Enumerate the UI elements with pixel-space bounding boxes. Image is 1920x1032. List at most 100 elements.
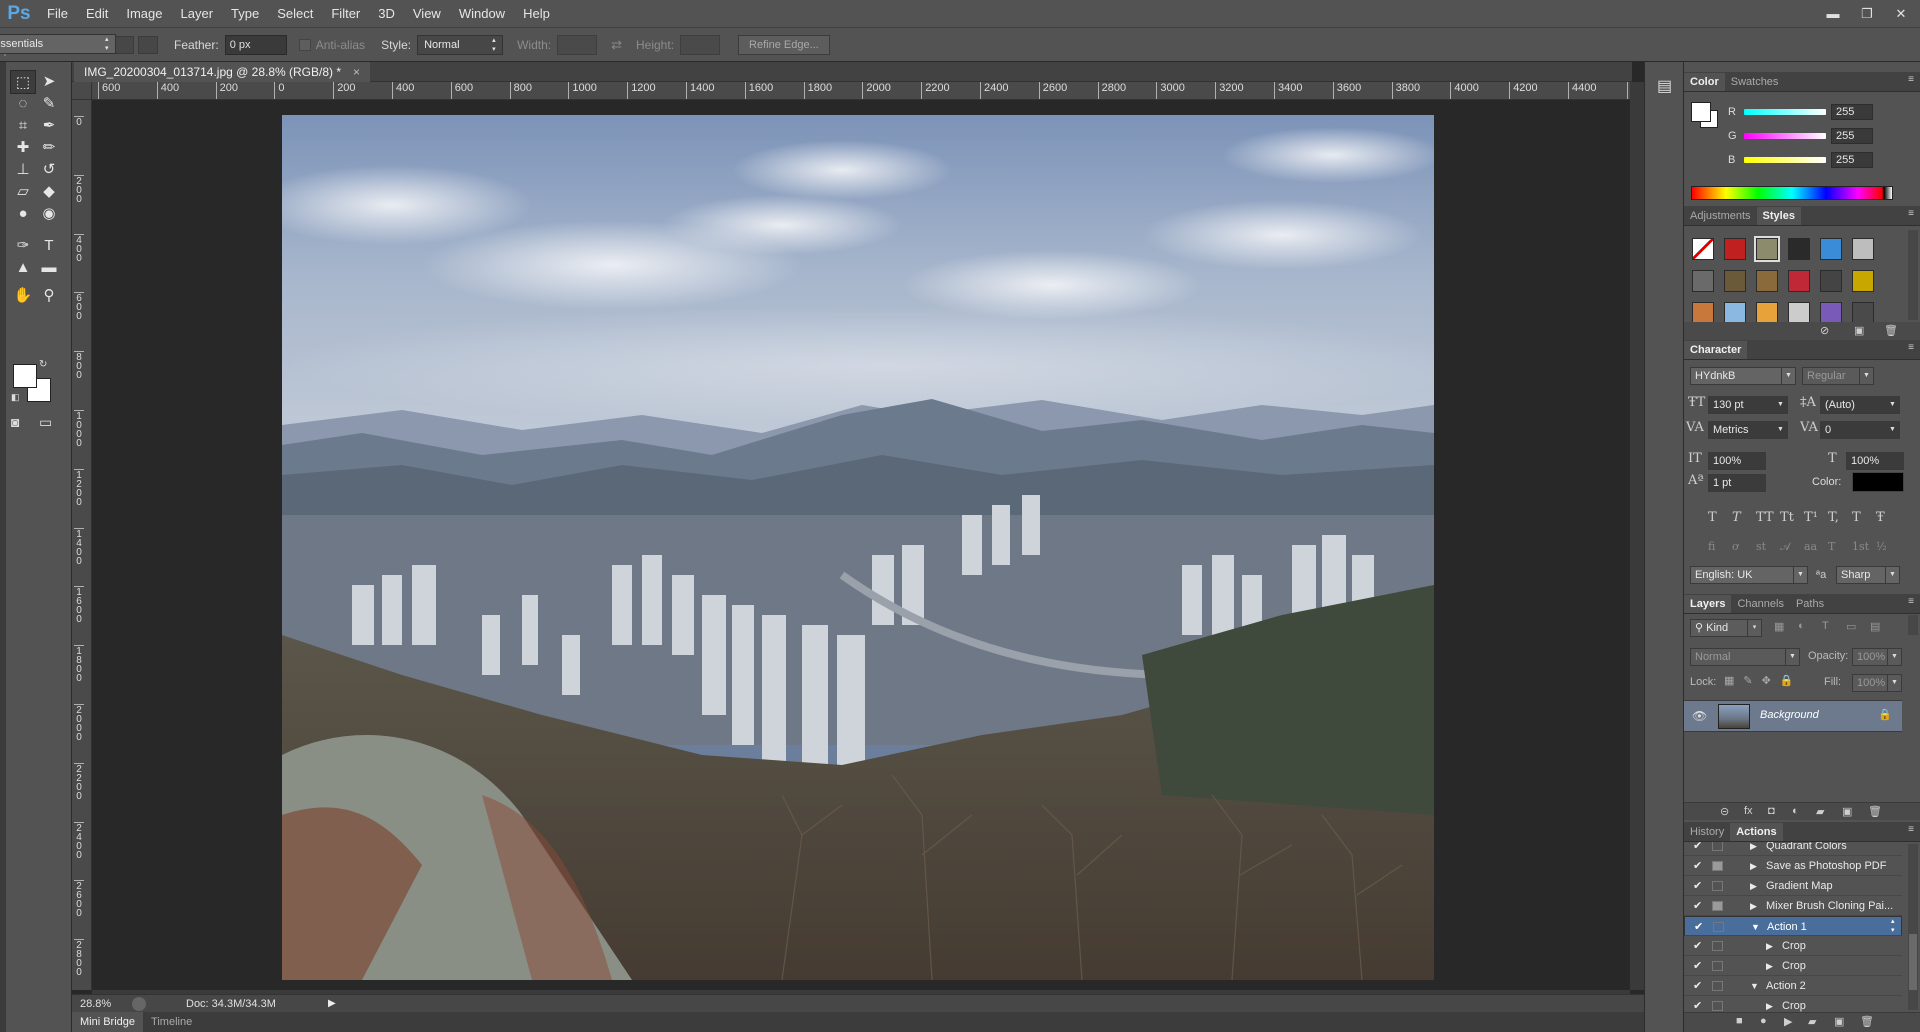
new-layer-icon[interactable]: ▣	[1842, 805, 1852, 818]
new-group-icon[interactable]: ▰	[1816, 805, 1824, 818]
new-style-icon[interactable]: ▣	[1854, 324, 1864, 337]
screen-mode-icon[interactable]: ▭	[39, 414, 52, 431]
type-style-button-icon[interactable]: T	[1732, 510, 1741, 525]
zoom-level[interactable]: 28.8%	[80, 998, 124, 1010]
blend-mode-select[interactable]: Normal ▼	[1690, 648, 1800, 666]
layer-filter-icon[interactable]: T	[1822, 620, 1829, 632]
style-swatch[interactable]	[1852, 302, 1874, 324]
checkmark-icon[interactable]: ✔	[1693, 896, 1702, 916]
g-slider[interactable]	[1744, 133, 1826, 139]
tracking-input[interactable]: 0 ▼	[1820, 421, 1900, 439]
feather-input[interactable]: 0 px	[224, 34, 287, 55]
visibility-eye-icon[interactable]: 👁	[1692, 709, 1707, 723]
image-canvas[interactable]	[282, 115, 1434, 980]
tab-channels[interactable]: Channels	[1731, 595, 1789, 613]
menu-type[interactable]: Type	[222, 0, 268, 28]
action-item[interactable]: ✔ ▶ Crop	[1684, 936, 1902, 956]
layer-effects-icon[interactable]: fx	[1744, 805, 1753, 817]
menu-help[interactable]: Help	[514, 0, 559, 28]
tab-timeline[interactable]: Timeline	[143, 1012, 200, 1032]
dialog-toggle[interactable]	[1712, 1001, 1723, 1011]
brush-tool-icon[interactable]: ✏	[36, 136, 62, 160]
new-action-icon[interactable]: ▣	[1834, 1015, 1844, 1028]
history-brush-tool-icon[interactable]: ↺	[36, 158, 62, 182]
delete-layer-icon[interactable]: 🗑	[1868, 805, 1882, 818]
style-swatch[interactable]	[1852, 270, 1874, 292]
eraser-tool-icon[interactable]: ▱	[10, 180, 36, 204]
expanded-arrow-icon[interactable]: ▼	[1750, 976, 1759, 996]
lock-icons[interactable]: ▦✎✥🔒	[1724, 674, 1803, 687]
fill-input[interactable]: 100% ▼	[1852, 674, 1902, 692]
tab-character[interactable]: Character	[1684, 341, 1748, 359]
action-item[interactable]: ✔ ▶ Mixer Brush Cloning Pai...	[1684, 896, 1902, 916]
status-menu-arrow-icon[interactable]: ▶	[328, 998, 336, 1009]
collapsed-arrow-icon[interactable]: ▶	[1766, 956, 1773, 976]
intersect-selection-button[interactable]	[138, 35, 158, 54]
leading-input[interactable]: (Auto) ▼	[1820, 396, 1900, 414]
layers-scrollbar[interactable]	[1908, 615, 1918, 635]
adjustment-layer-icon[interactable]: ◐	[1792, 805, 1799, 817]
history-panel-icon[interactable]: ▤	[1657, 76, 1672, 96]
color-foreground-swatch[interactable]	[1691, 102, 1711, 122]
checkmark-icon[interactable]: ✔	[1693, 936, 1702, 956]
style-swatch[interactable]	[1820, 270, 1842, 292]
restore-button[interactable]: ❐	[1856, 5, 1878, 23]
vertical-scrollbar[interactable]	[1630, 82, 1644, 990]
panel-menu-icon[interactable]: ≡	[1908, 208, 1914, 219]
style-swatch[interactable]	[1724, 302, 1746, 324]
default-colors-icon[interactable]: ◧	[11, 392, 20, 403]
type-tool-icon[interactable]: T	[36, 234, 62, 258]
type-style-button-icon[interactable]: Tt	[1780, 510, 1794, 525]
checkmark-icon[interactable]: ✔	[1693, 956, 1702, 976]
type-style-button-icon[interactable]: TT	[1756, 510, 1774, 525]
menu-image[interactable]: Image	[117, 0, 171, 28]
menu-file[interactable]: File	[38, 0, 77, 28]
type-style-button-icon[interactable]: T	[1852, 510, 1861, 525]
opentype-button-icon[interactable]: aa	[1804, 540, 1817, 553]
action-item[interactable]: ✔ ▶ Crop	[1684, 996, 1902, 1012]
pen-tool-icon[interactable]: ✑	[10, 234, 36, 258]
layer-row[interactable]: 👁 Background 🔒	[1684, 700, 1902, 732]
tab-mini-bridge[interactable]: Mini Bridge	[72, 1012, 144, 1032]
dialog-toggle[interactable]	[1713, 922, 1724, 932]
move-tool-icon[interactable]: ➤	[36, 70, 62, 94]
expanded-arrow-icon[interactable]: ▼	[1751, 917, 1760, 937]
rectangle-tool-icon[interactable]: ▬	[36, 256, 62, 280]
workspace-select[interactable]: Essentials	[0, 34, 116, 54]
dialog-toggle[interactable]	[1712, 881, 1723, 891]
close-button[interactable]: ✕	[1890, 5, 1912, 23]
menu-layer[interactable]: Layer	[172, 0, 223, 28]
collapsed-arrow-icon[interactable]: ▶	[1750, 856, 1757, 876]
swap-dimensions-icon[interactable]: ⇄	[611, 37, 622, 53]
checkmark-icon[interactable]: ✔	[1693, 876, 1702, 896]
r-slider[interactable]	[1744, 109, 1826, 115]
link-layers-icon[interactable]: ⊝	[1720, 805, 1729, 818]
checkmark-icon[interactable]: ✔	[1694, 917, 1703, 937]
tab-paths[interactable]: Paths	[1790, 595, 1830, 613]
quick-selection-tool-icon[interactable]: ✎	[36, 92, 62, 116]
type-style-button-icon[interactable]: T	[1708, 510, 1717, 525]
hand-tool-icon[interactable]: ✋	[10, 284, 36, 308]
kerning-select[interactable]: Metrics ▼	[1708, 421, 1788, 439]
action-item[interactable]: ✔ ▼ Action 2	[1684, 976, 1902, 996]
style-swatch[interactable]	[1820, 302, 1842, 324]
action-item[interactable]: ✔ ▶ Crop	[1684, 956, 1902, 976]
language-select[interactable]: English: UK ▼	[1690, 566, 1808, 584]
b-value[interactable]: 255	[1831, 152, 1873, 168]
action-item[interactable]: ✔ ▶ Save as Photoshop PDF	[1684, 856, 1902, 876]
font-family-select[interactable]: HYdnkB ▼	[1690, 367, 1796, 385]
horizontal-ruler[interactable]: 600 400 200 0 200 400 600 800 1000 1200 1400 1600 18…	[92, 82, 1630, 100]
eyedropper-tool-icon[interactable]: ✒	[36, 114, 62, 138]
style-select[interactable]: Normal	[417, 34, 504, 55]
close-tab-icon[interactable]: ×	[353, 62, 360, 82]
style-swatch[interactable]	[1788, 270, 1810, 292]
crop-tool-icon[interactable]: ⌗	[10, 114, 36, 138]
checkmark-icon[interactable]: ✔	[1693, 842, 1702, 856]
subtract-selection-button[interactable]	[114, 35, 134, 54]
dialog-toggle[interactable]	[1712, 961, 1723, 971]
marquee-tool-icon[interactable]: ⬚	[10, 70, 36, 94]
collapsed-arrow-icon[interactable]: ▶	[1766, 936, 1773, 956]
actions-scroll-thumb[interactable]	[1909, 934, 1917, 990]
action-item[interactable]: ✔ ▶ Quadrant Colors	[1684, 842, 1902, 856]
record-icon[interactable]: ●	[1760, 1015, 1767, 1027]
